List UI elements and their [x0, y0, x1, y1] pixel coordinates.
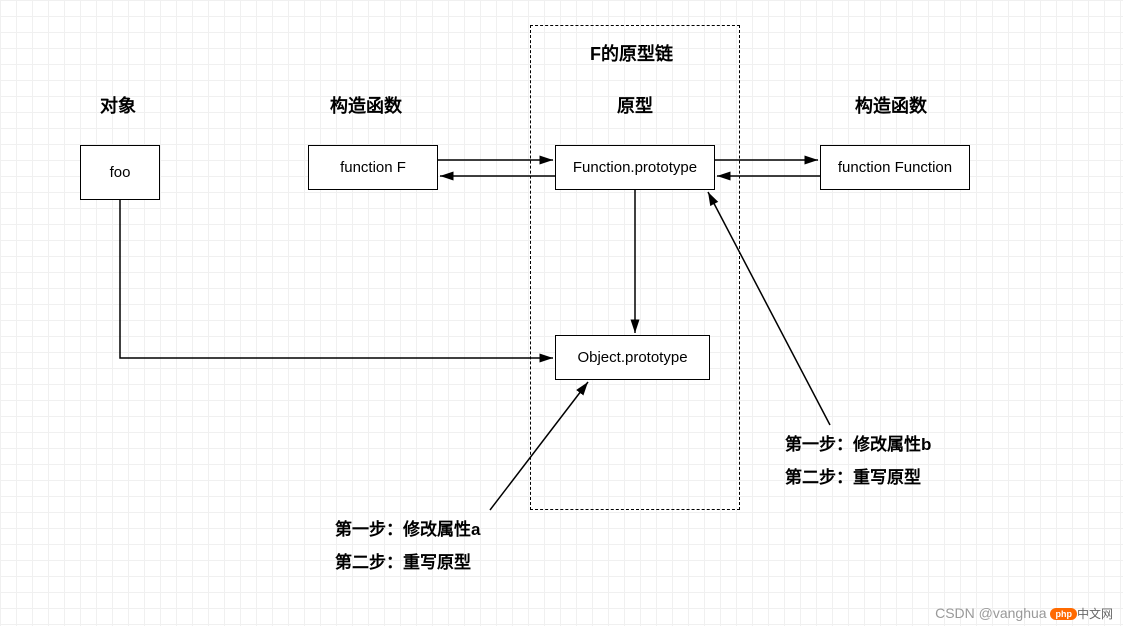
- annotation-object-prototype-line2: 第二步：重写原型: [335, 548, 471, 573]
- arrow-foo-to-objproto: [120, 200, 553, 358]
- column-header-object: 对象: [100, 92, 136, 118]
- watermark-csdn: CSDN @vanghua: [935, 605, 1047, 621]
- annotation-function-prototype-line2: 第二步：重写原型: [785, 463, 921, 488]
- annotation-object-prototype-line1: 第一步：修改属性a: [335, 515, 480, 540]
- node-object-prototype: Object.prototype: [555, 335, 710, 380]
- node-function-f: function F: [308, 145, 438, 190]
- node-function-function: function Function: [820, 145, 970, 190]
- watermark: CSDN @vanghua php中文网: [935, 605, 1113, 622]
- annotation-function-prototype-line1: 第一步：修改属性b: [785, 430, 931, 455]
- chain-title: F的原型链: [590, 40, 673, 66]
- watermark-suffix: 中文网: [1077, 607, 1113, 621]
- watermark-logo: php: [1050, 608, 1077, 620]
- column-header-constructor-2: 构造函数: [855, 92, 927, 118]
- column-header-prototype: 原型: [617, 92, 653, 118]
- node-function-prototype: Function.prototype: [555, 145, 715, 190]
- column-header-constructor-1: 构造函数: [330, 92, 402, 118]
- node-foo: foo: [80, 145, 160, 200]
